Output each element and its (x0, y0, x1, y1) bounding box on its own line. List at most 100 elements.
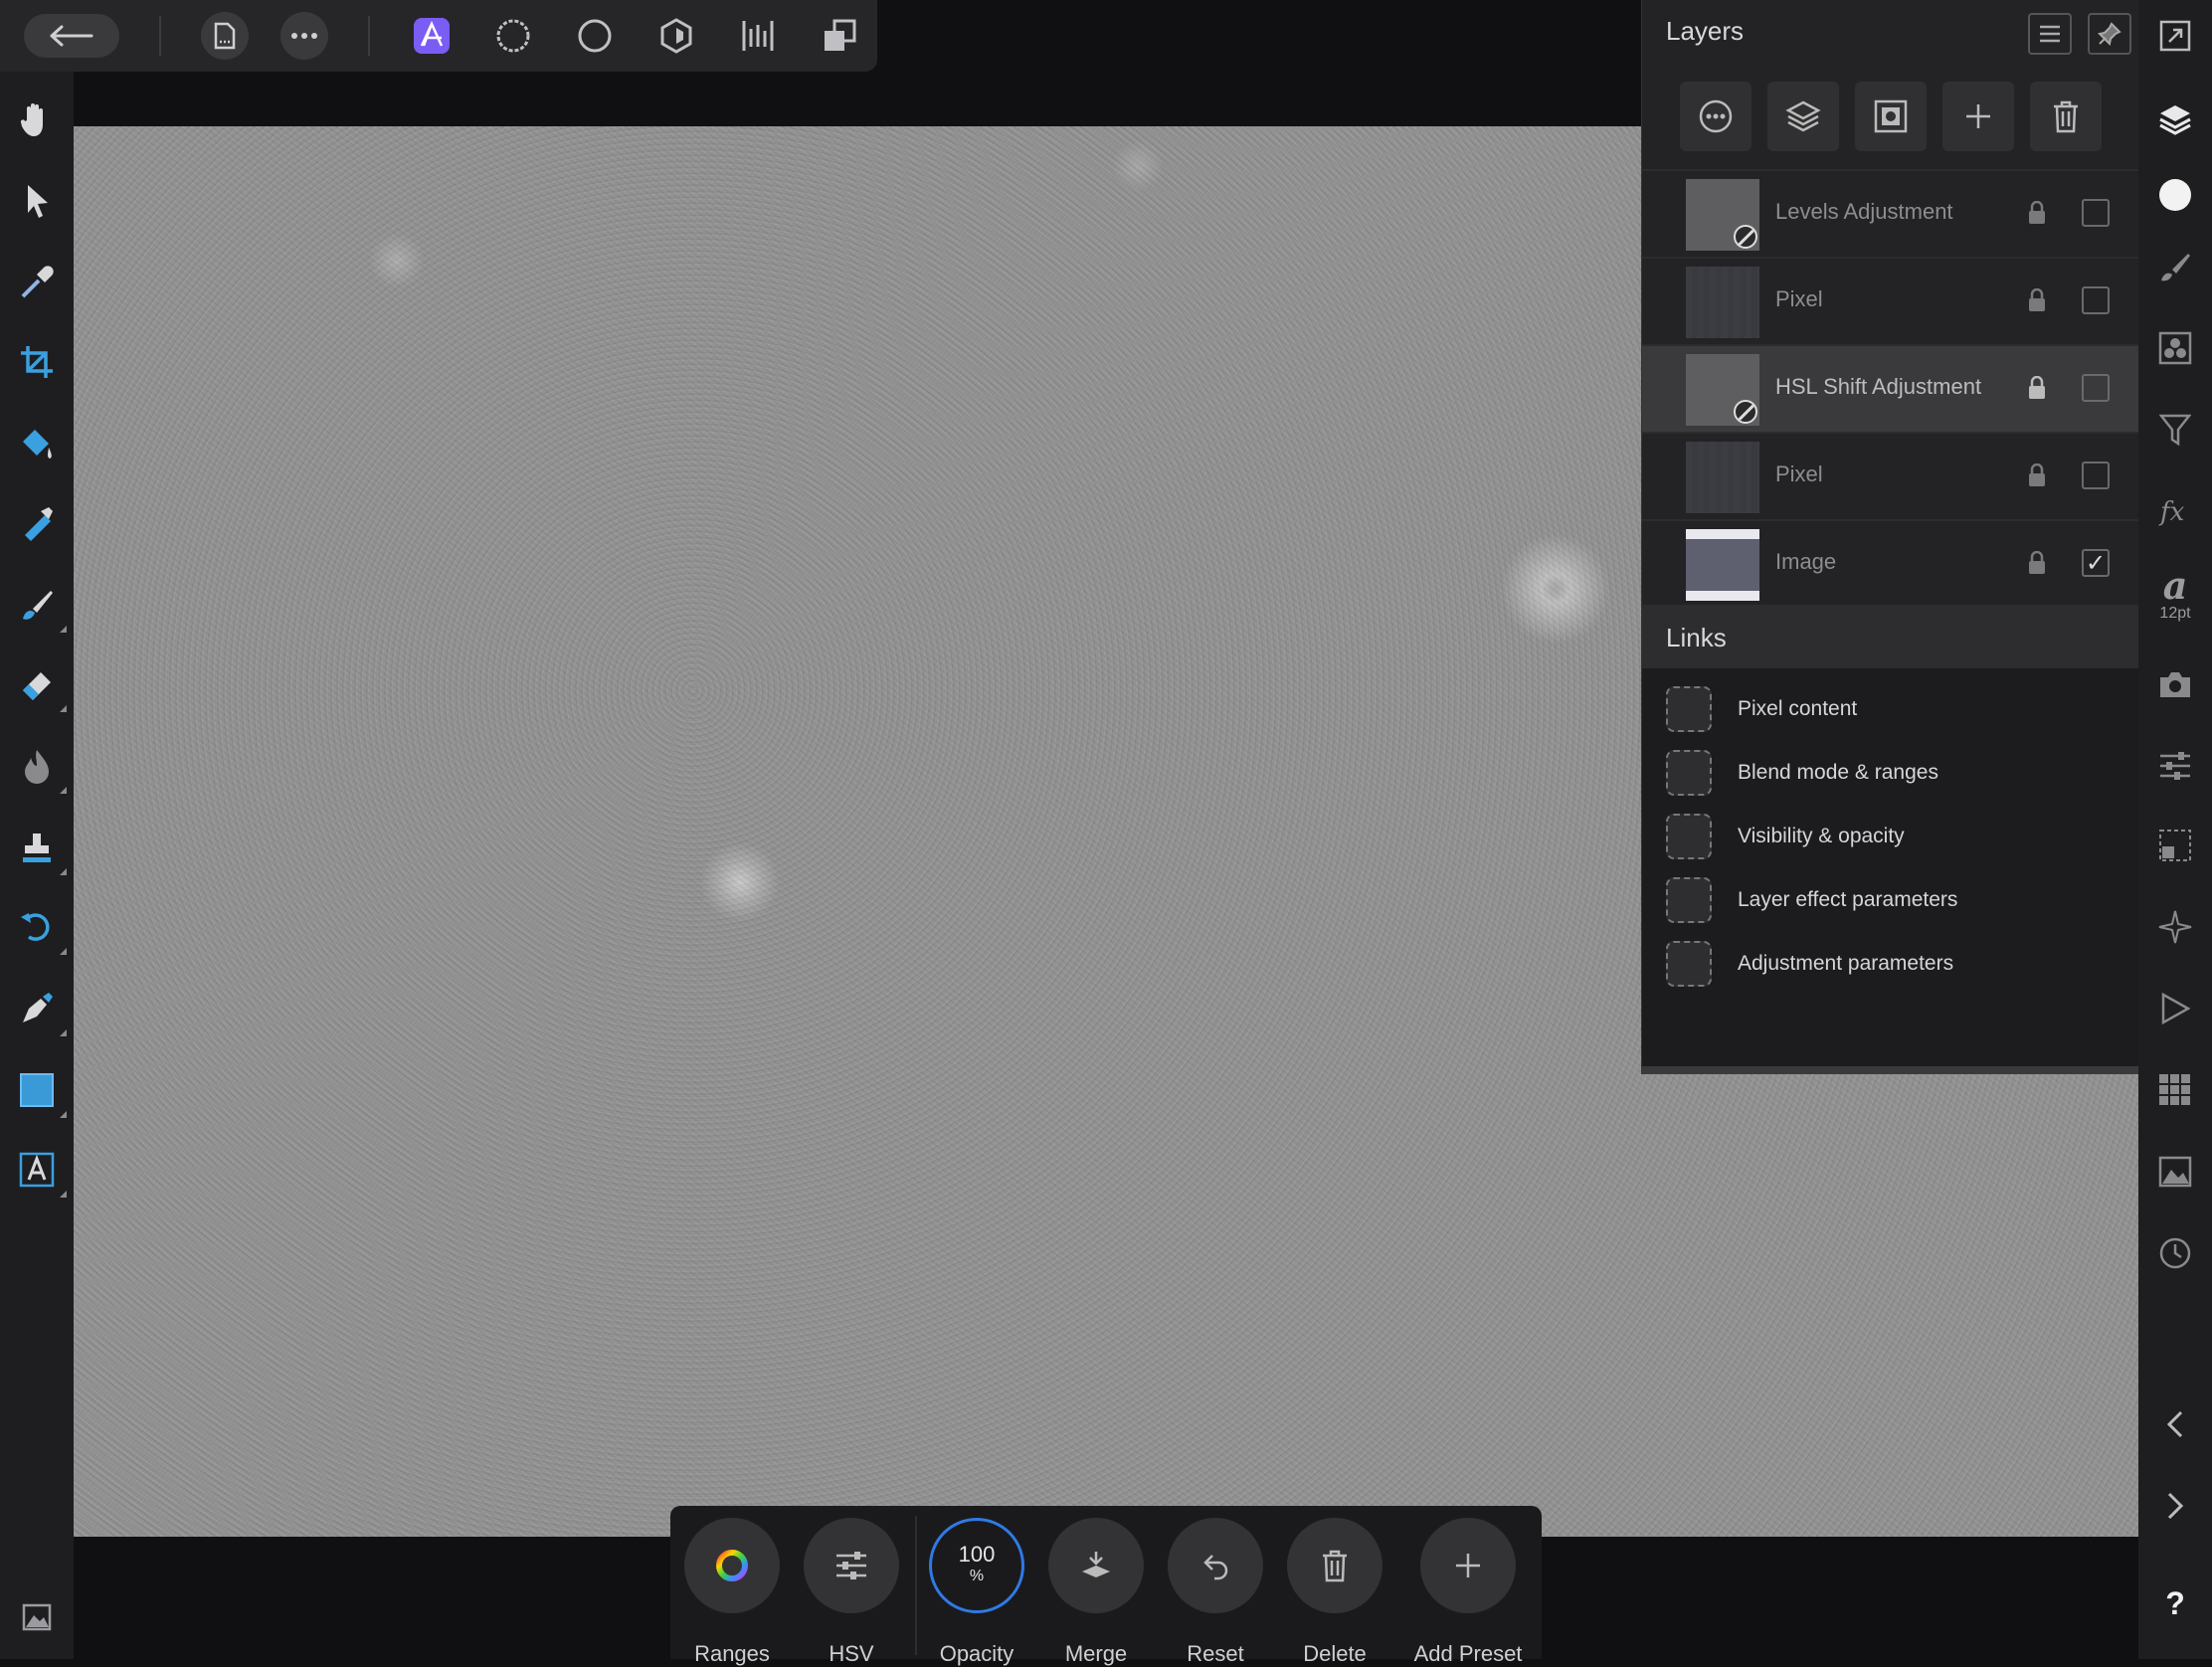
lock-icon[interactable] (2028, 463, 2046, 487)
chevron-right-icon (2167, 1492, 2184, 1520)
colour-studio-button[interactable] (2151, 171, 2199, 219)
opacity-label: Opacity (939, 1641, 1014, 1666)
link-blend-mode[interactable]: Blend mode & ranges (1666, 750, 2123, 800)
lock-icon[interactable] (2028, 376, 2046, 400)
paint-brush-tool[interactable] (13, 581, 67, 633)
layer-row-selected[interactable]: HSL Shift Adjustment (1642, 344, 2139, 432)
reset-circle[interactable] (1168, 1518, 1263, 1613)
lock-icon[interactable] (2028, 201, 2046, 225)
undo-brush-tool[interactable] (13, 903, 67, 955)
history-button[interactable] (2151, 1229, 2199, 1277)
flame-icon (25, 750, 49, 784)
adjustments-button[interactable] (2151, 742, 2199, 790)
lock-icon[interactable] (2028, 551, 2046, 575)
ranges-circle[interactable] (684, 1518, 780, 1613)
layer-row[interactable]: Levels Adjustment (1642, 169, 2139, 257)
channels-studio-button[interactable] (2151, 324, 2199, 372)
text-styles-button[interactable]: a 12pt (2151, 563, 2199, 627)
layer-visibility-checkbox[interactable] (2082, 462, 2110, 489)
merge-circle[interactable] (1048, 1518, 1144, 1613)
lock-icon[interactable] (2028, 288, 2046, 312)
clone-tool[interactable] (13, 824, 67, 875)
camera-icon (2160, 672, 2190, 697)
panel-pin-button[interactable] (2088, 13, 2131, 55)
layer-name: Pixel (1775, 286, 1823, 311)
links-list: Pixel content Blend mode & ranges Visibi… (1642, 668, 2139, 1074)
text-glyph-icon: a (2162, 563, 2188, 608)
layer-row[interactable]: Pixel (1642, 432, 2139, 519)
expand-right-button[interactable] (2151, 1482, 2199, 1530)
crop-tool[interactable] (13, 338, 61, 386)
arrange-button[interactable] (816, 12, 863, 60)
view-tool[interactable] (13, 95, 61, 143)
help-button[interactable]: ? (2151, 1579, 2199, 1627)
panel-menu-button[interactable] (2028, 13, 2072, 55)
photo-persona-button[interactable] (408, 12, 456, 60)
link-visibility-opacity[interactable]: Visibility & opacity (1666, 814, 2123, 863)
brushes-studio-button[interactable] (2151, 243, 2199, 290)
link-pixel-content[interactable]: Pixel content (1666, 686, 2123, 736)
link-layer-effect[interactable]: Layer effect parameters (1666, 877, 2123, 927)
delete-circle[interactable] (1287, 1518, 1382, 1613)
eyedropper-icon (21, 266, 54, 298)
text-tool[interactable] (13, 1146, 67, 1198)
liquify-persona-button[interactable] (489, 12, 537, 60)
image-icon (22, 1603, 52, 1631)
navigator-studio-button[interactable] (2151, 903, 2199, 951)
link-checkbox[interactable] (1666, 941, 1712, 987)
stock-button[interactable] (2151, 660, 2199, 708)
layer-thumbnail (1686, 354, 1759, 426)
develop-persona-button[interactable] (571, 12, 619, 60)
layer-options-button[interactable] (1680, 82, 1751, 151)
library-button[interactable] (2151, 1066, 2199, 1114)
link-adjustment-params[interactable]: Adjustment parameters (1666, 941, 2123, 991)
macro-play-button[interactable] (2151, 985, 2199, 1032)
fullscreen-button[interactable] (2151, 12, 2199, 60)
link-label: Layer effect parameters (1738, 888, 1958, 911)
flood-fill-tool[interactable] (13, 420, 61, 467)
link-checkbox[interactable] (1666, 877, 1712, 923)
move-tool[interactable] (13, 177, 61, 225)
rectangle-tool[interactable] (13, 1066, 67, 1118)
link-checkbox[interactable] (1666, 814, 1712, 859)
layer-visibility-checkbox[interactable] (2082, 199, 2110, 227)
delete-layer-button[interactable] (2030, 82, 2102, 151)
opacity-dial[interactable]: 100% (929, 1518, 1024, 1613)
layer-fx-button[interactable]: fx (2151, 487, 2199, 535)
toolbar-divider (915, 1516, 917, 1655)
erase-tool[interactable] (13, 660, 67, 712)
link-checkbox[interactable] (1666, 750, 1712, 796)
tone-mapping-persona-button[interactable] (652, 12, 700, 60)
studio-strip: fx a 12pt ? (2138, 0, 2212, 1659)
layer-row[interactable]: Image ✓ (1642, 519, 2139, 607)
collapse-left-button[interactable] (2151, 1400, 2199, 1448)
play-icon (2161, 992, 2191, 1025)
panel-resize-handle[interactable] (1642, 1066, 2139, 1074)
transform-button[interactable] (2151, 822, 2199, 869)
back-button[interactable] (24, 14, 119, 58)
navigator-button[interactable] (13, 1593, 61, 1641)
layers-studio-button[interactable] (2151, 95, 2199, 143)
layer-visibility-checkbox[interactable] (2082, 374, 2110, 402)
layer-visibility-checkbox[interactable] (2082, 286, 2110, 314)
document-button[interactable] (201, 12, 249, 60)
group-layers-button[interactable] (1767, 82, 1839, 151)
mask-layer-button[interactable] (1855, 82, 1927, 151)
export-persona-button[interactable] (734, 12, 782, 60)
add-preset-circle[interactable] (1420, 1518, 1516, 1613)
link-checkbox[interactable] (1666, 686, 1712, 732)
filters-button[interactable] (2151, 406, 2199, 454)
burn-tool[interactable] (13, 742, 67, 794)
color-picker-tool[interactable] (13, 259, 61, 306)
layer-row[interactable]: Pixel (1642, 257, 2139, 344)
layer-thumbnail (1686, 442, 1759, 513)
selection-brush-tool[interactable] (13, 499, 61, 547)
link-label: Adjustment parameters (1738, 952, 1954, 975)
snapshots-button[interactable] (2151, 1148, 2199, 1196)
add-layer-button[interactable] (1942, 82, 2014, 151)
more-button[interactable] (280, 12, 328, 60)
hsv-circle[interactable] (804, 1518, 899, 1613)
layer-visibility-checkbox[interactable]: ✓ (2082, 549, 2110, 577)
pen-tool[interactable] (13, 985, 67, 1036)
fx-icon: fx (2158, 497, 2185, 526)
